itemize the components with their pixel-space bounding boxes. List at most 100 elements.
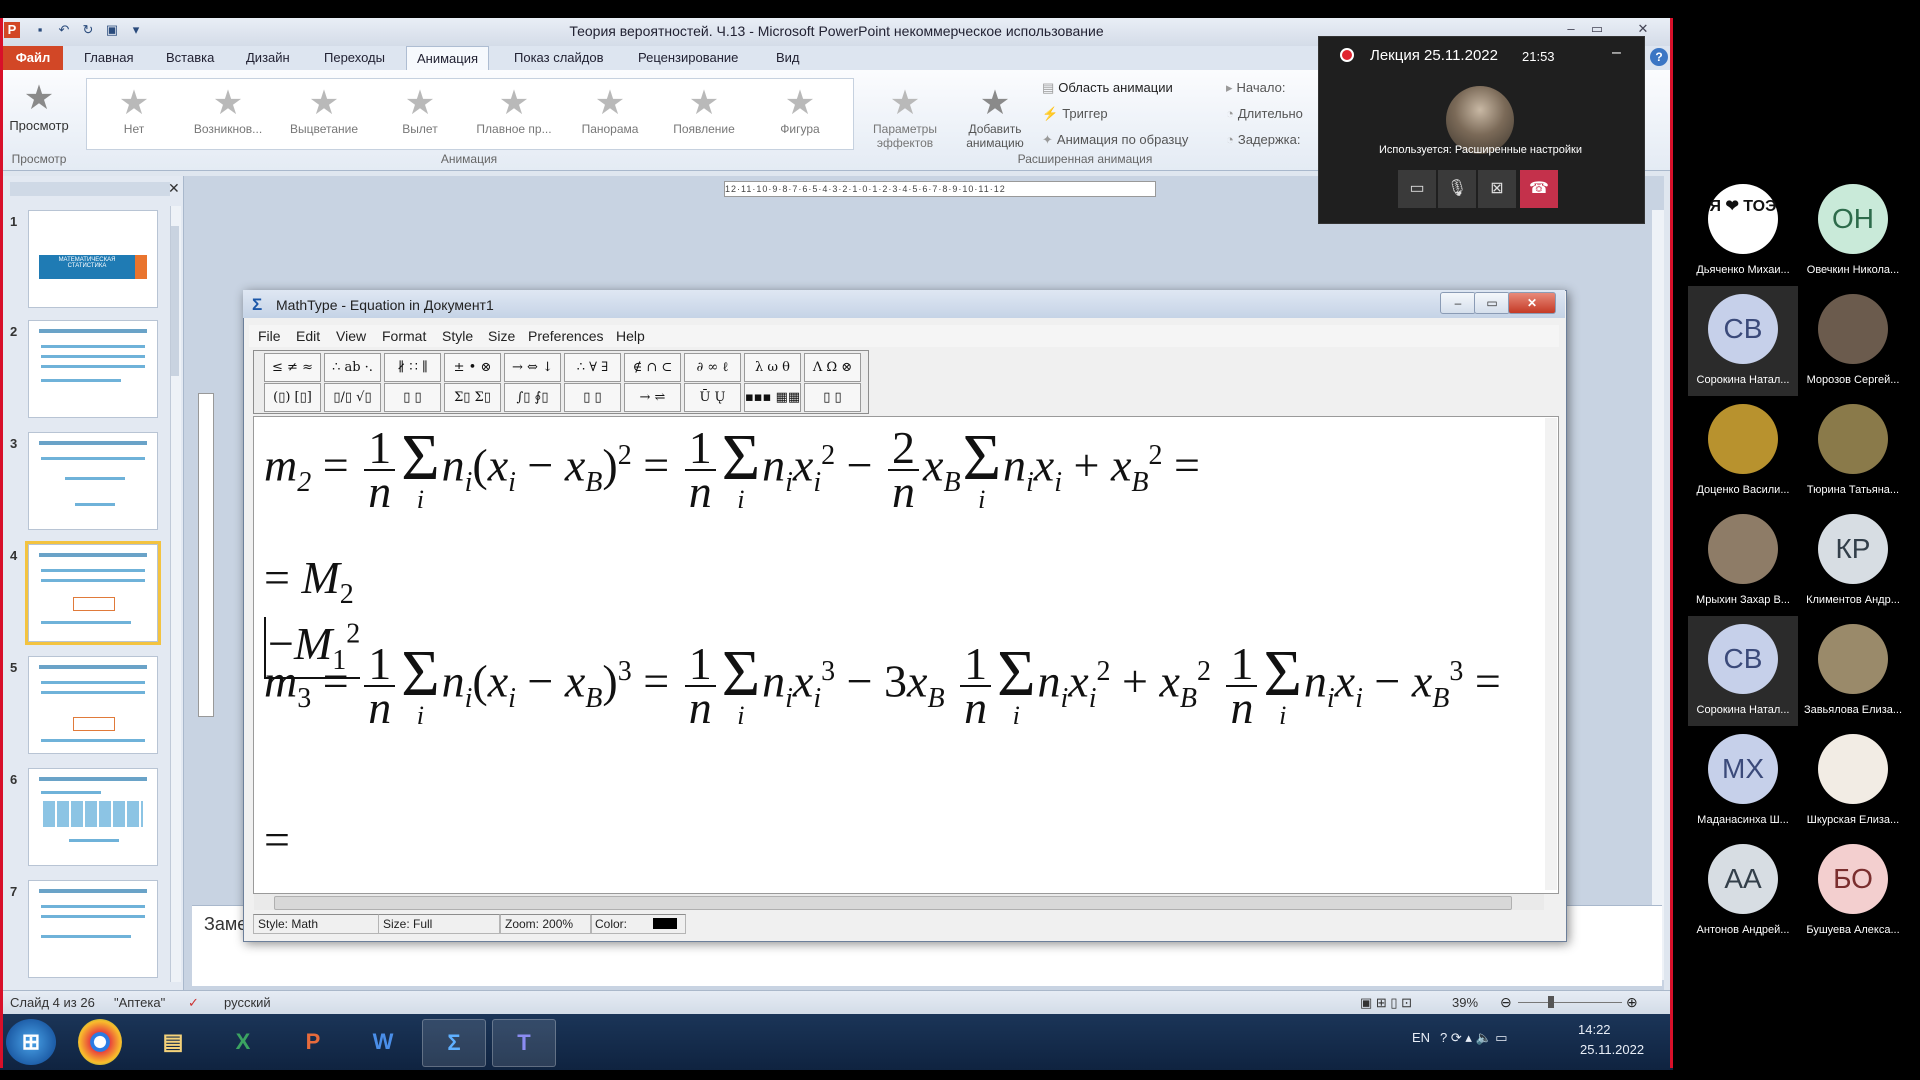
clock-time[interactable]: 14:22	[1578, 1022, 1611, 1037]
add-animation-button[interactable]: ★ Добавить анимацию	[952, 84, 1038, 150]
tb-boxes[interactable]: ▯ ▯	[804, 383, 861, 412]
hang-up-icon[interactable]: ☎	[1520, 170, 1558, 208]
zoom-in-icon[interactable]: ⊕	[1626, 994, 1638, 1011]
slide-thumbnail-1[interactable]: МАТЕМАТИЧЕСКАЯ СТАТИСТИКА	[28, 210, 158, 308]
slide-thumbnail-6[interactable]	[28, 768, 158, 866]
mathtype-maximize-button[interactable]: ▭	[1474, 292, 1510, 314]
camera-icon[interactable]: ▭	[1398, 170, 1436, 208]
tb-integrals[interactable]: ∫▯ ∮▯	[504, 383, 561, 412]
effect-params-button[interactable]: ★ Параметры эффектов	[862, 84, 948, 150]
pane-close-icon[interactable]: ✕	[168, 180, 180, 197]
participant-tile[interactable]: Морозов Сергей...	[1798, 286, 1908, 396]
menu-style[interactable]: Style	[442, 328, 473, 344]
tb-relations[interactable]: ≤ ≠ ≈	[264, 353, 321, 382]
language-indicator[interactable]: русский	[224, 995, 271, 1010]
menu-view[interactable]: View	[336, 328, 366, 344]
tb-logic[interactable]: ∴ ∀ ∃	[564, 353, 621, 382]
tray-icons[interactable]: ? ⟳ ▴ 🔈 ▭	[1440, 1030, 1508, 1046]
chrome-icon[interactable]	[78, 1019, 122, 1065]
menu-file[interactable]: File	[258, 328, 281, 344]
menu-edit[interactable]: Edit	[296, 328, 320, 344]
tab-home[interactable]: Главная	[74, 46, 143, 70]
zoom-slider[interactable]: ⊖ ⊕	[1500, 994, 1640, 1010]
tab-review[interactable]: Рецензирование	[628, 46, 748, 70]
slide-thumbnail-4[interactable]	[25, 541, 161, 645]
anim-shape[interactable]: ★ Фигура	[756, 84, 844, 144]
zoom-thumb[interactable]	[1548, 996, 1554, 1008]
tb-misc[interactable]: ∂ ∞ ℓ	[684, 353, 741, 382]
menu-preferences[interactable]: Preferences	[528, 328, 603, 344]
tb-arrows[interactable]: → ⇔ ↓	[504, 353, 561, 382]
tab-file[interactable]: Файл	[3, 46, 63, 70]
participant-tile[interactable]: ОН Овечкин Никола...	[1798, 176, 1908, 286]
participant-tile[interactable]: Я ❤ ТОЭ Дьяченко Михаи...	[1688, 176, 1798, 286]
participant-tile[interactable]: СВ Сорокина Натал...	[1688, 616, 1798, 726]
tab-animation[interactable]: Анимация	[406, 46, 490, 71]
menu-format[interactable]: Format	[382, 328, 426, 344]
participant-tile[interactable]: КР Климентов Андр...	[1798, 506, 1908, 616]
trigger-button[interactable]: ⚡ Триггер	[1042, 106, 1108, 122]
language-tray[interactable]: EN	[1412, 1030, 1430, 1045]
participant-tile[interactable]: АА Антонов Андрей...	[1688, 836, 1798, 946]
participant-tile[interactable]: Доценко Васили...	[1688, 396, 1798, 506]
slide-thumbnail-7[interactable]	[28, 880, 158, 978]
participant-tile[interactable]: Завьялова Елиза...	[1798, 616, 1908, 726]
windows-start-icon[interactable]: ⊞	[6, 1019, 56, 1065]
participant-tile[interactable]: Тюрина Татьяна...	[1798, 396, 1908, 506]
animation-painter-button[interactable]: ✦ Анимация по образцу	[1042, 132, 1188, 148]
tb-sets[interactable]: ∉ ∩ ⊂	[624, 353, 681, 382]
spellcheck-icon[interactable]: ✓	[188, 995, 199, 1011]
tb-matrices[interactable]: ▪▪▪ ▦▦	[744, 383, 801, 412]
anim-appear[interactable]: ★ Возникнов...	[184, 84, 272, 144]
tb-bars[interactable]: ▯ ▯	[564, 383, 621, 412]
tb-sums[interactable]: Σ▯ Σ▯	[444, 383, 501, 412]
animation-pane-button[interactable]: ▤ Область анимации	[1042, 80, 1173, 96]
equation-editor-canvas[interactable]: m2 = 1 n Σi ni(xi − xB)2 = 1 n Σi nixi2 − 2 n xB…	[253, 416, 1559, 894]
slide-thumbnail-3[interactable]	[28, 432, 158, 530]
slide-thumbnail-5[interactable]	[28, 656, 158, 754]
teams-icon[interactable]: T	[492, 1019, 556, 1067]
tb-spaces[interactable]: ∴ ab ·.	[324, 353, 381, 382]
powerpoint-icon[interactable]: P	[282, 1019, 344, 1065]
participant-tile[interactable]: Мрыхин Захар В...	[1688, 506, 1798, 616]
tab-insert[interactable]: Вставка	[156, 46, 224, 70]
tab-slideshow[interactable]: Показ слайдов	[504, 46, 614, 70]
mathtype-close-button[interactable]: ✕	[1508, 292, 1556, 314]
slide-pane-scroll-thumb[interactable]	[171, 226, 179, 376]
share-screen-icon[interactable]: ⊠	[1478, 170, 1516, 208]
mathtype-minimize-button[interactable]: –	[1440, 292, 1476, 314]
excel-icon[interactable]: X	[212, 1019, 274, 1065]
zoom-out-icon[interactable]: ⊖	[1500, 994, 1512, 1011]
microphone-icon[interactable]: 🎙	[1438, 170, 1476, 208]
help-icon[interactable]: ?	[1650, 48, 1668, 66]
tb-scripts[interactable]: ▯ ▯	[384, 383, 441, 412]
anim-pan[interactable]: ★ Панорама	[566, 84, 654, 144]
tb-products[interactable]: Ū Ų	[684, 383, 741, 412]
tb-embellishments[interactable]: ∦ ∷ ∥	[384, 353, 441, 382]
tab-view[interactable]: Вид	[766, 46, 810, 70]
anim-fade[interactable]: ★ Выцветание	[280, 84, 368, 144]
anim-fly[interactable]: ★ Вылет	[376, 84, 464, 144]
timing-start[interactable]: ▸ Начало:	[1226, 80, 1285, 96]
participant-tile[interactable]: СВ Сорокина Натал...	[1688, 286, 1798, 396]
menu-size[interactable]: Size	[488, 328, 515, 344]
slide-thumbnail-2[interactable]	[28, 320, 158, 418]
minimize-panel-icon[interactable]: –	[1612, 44, 1621, 62]
mathtype-vscroll[interactable]	[1545, 418, 1557, 890]
tab-design[interactable]: Дизайн	[236, 46, 300, 70]
participant-tile[interactable]: МХ Маданасинха Ш...	[1688, 726, 1798, 836]
explorer-icon[interactable]: ▤	[142, 1019, 204, 1065]
participant-tile[interactable]: БО Бушуева Алекса...	[1798, 836, 1908, 946]
tb-greek-upper[interactable]: Λ Ω ⊗	[804, 353, 861, 382]
anim-none[interactable]: ★ Нет	[90, 84, 178, 144]
mathtype-hscroll-thumb[interactable]	[274, 896, 1512, 910]
preview-button[interactable]: ★ Просмотр	[6, 78, 72, 133]
view-buttons[interactable]: ▣ ⊞ ▯ ⊡	[1360, 995, 1412, 1011]
zoom-level[interactable]: 39%	[1452, 995, 1478, 1010]
tb-labeled-arrows[interactable]: → ⇌	[624, 383, 681, 412]
timing-duration[interactable]: ◔ Длительно	[1226, 106, 1303, 121]
anim-float[interactable]: ★ Плавное пр...	[470, 84, 558, 144]
tb-fences[interactable]: (▯) [▯]	[264, 383, 321, 412]
timing-delay[interactable]: ◔ Задержка:	[1226, 132, 1301, 147]
slide-area-scrollbar[interactable]	[1652, 210, 1664, 980]
